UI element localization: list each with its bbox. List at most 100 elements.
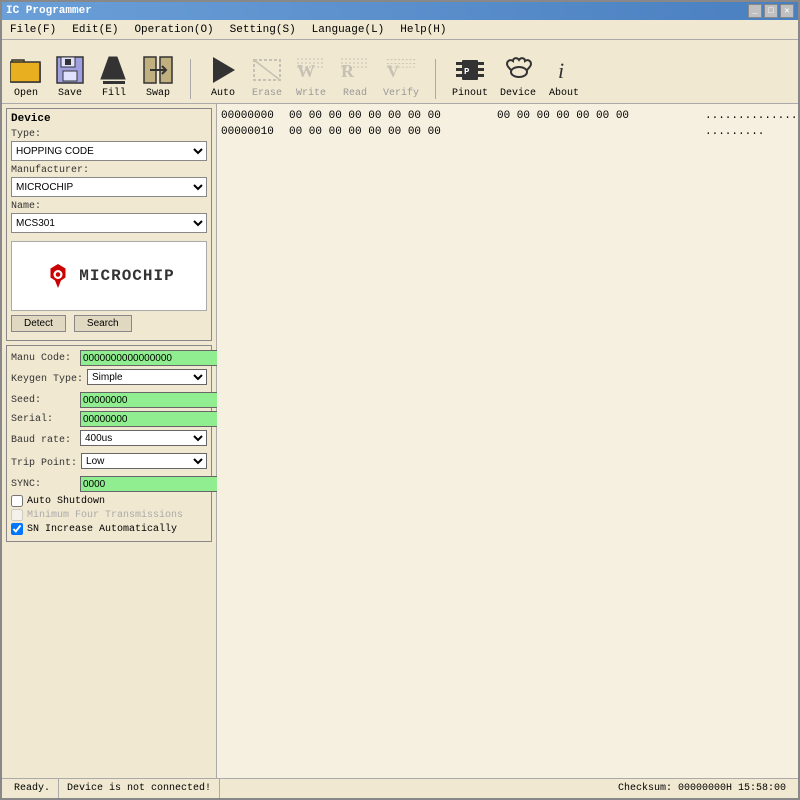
svg-text:V: V: [387, 62, 400, 81]
keygen-type-row: Keygen Type: Simple: [11, 369, 207, 389]
separator-2: [435, 59, 436, 99]
auto-shutdown-checkbox[interactable]: [11, 495, 23, 507]
baud-rate-label: Baud rate:: [11, 435, 76, 446]
write-button[interactable]: W Write: [295, 54, 327, 99]
open-button[interactable]: Open: [10, 54, 42, 99]
sync-row: SYNC:: [11, 476, 207, 492]
hex-view: 00000000 00 00 00 00 00 00 00 00 00 00 0…: [217, 104, 798, 778]
seed-row: Seed:: [11, 392, 207, 408]
hex-line-1: 00000010 00 00 00 00 00 00 00 00 .......…: [221, 124, 794, 140]
baud-rate-select[interactable]: 400us: [80, 430, 207, 446]
status-ready-text: Ready.: [14, 783, 50, 794]
hex-bytes2-0: 00 00 00 00 00 00 00: [497, 108, 697, 124]
device-group-title: Device: [11, 113, 207, 125]
main-window: IC Programmer _ □ ✕ File(F) Edit(E) Oper…: [0, 0, 800, 800]
auto-shutdown-label: Auto Shutdown: [27, 496, 105, 507]
separator-1: [190, 59, 191, 99]
search-button[interactable]: Search: [74, 315, 132, 332]
write-icon: W: [295, 54, 327, 86]
status-device: Device is not connected!: [59, 779, 220, 798]
minimize-button[interactable]: _: [748, 4, 762, 18]
status-ready: Ready.: [6, 779, 59, 798]
erase-label: Erase: [252, 88, 282, 99]
auto-icon: [207, 54, 239, 86]
menu-file[interactable]: File(F): [6, 23, 60, 37]
save-icon: [54, 54, 86, 86]
detect-button[interactable]: Detect: [11, 315, 66, 332]
trip-point-select[interactable]: Low: [81, 453, 207, 469]
auto-button[interactable]: Auto: [207, 54, 239, 99]
swap-button[interactable]: Swap: [142, 54, 174, 99]
min-four-tx-label: Minimum Four Transmissions: [27, 510, 183, 521]
keygen-type-label: Keygen Type:: [11, 374, 83, 385]
device-icon: [502, 54, 534, 86]
read-button[interactable]: R Read: [339, 54, 371, 99]
type-select[interactable]: HOPPING CODE: [11, 141, 207, 161]
title-bar-controls: _ □ ✕: [748, 4, 794, 18]
verify-button[interactable]: V Verify: [383, 54, 419, 99]
open-icon: [10, 54, 42, 86]
verify-label: Verify: [383, 88, 419, 99]
pinout-button[interactable]: P Pinout: [452, 54, 488, 99]
sync-label: SYNC:: [11, 479, 76, 490]
type-label: Type:: [11, 129, 207, 140]
menu-help[interactable]: Help(H): [396, 23, 450, 37]
serial-input[interactable]: [80, 411, 218, 427]
save-label: Save: [58, 88, 82, 99]
read-label: Read: [343, 88, 367, 99]
save-button[interactable]: Save: [54, 54, 86, 99]
fill-button[interactable]: Fill: [98, 54, 130, 99]
microchip-text: MICROCHIP: [79, 267, 174, 285]
swap-label: Swap: [146, 88, 170, 99]
title-bar: IC Programmer _ □ ✕: [2, 2, 798, 20]
pinout-icon: P: [454, 54, 486, 86]
trip-point-label: Trip Point:: [11, 458, 77, 469]
swap-icon: [142, 54, 174, 86]
fill-icon: [98, 54, 130, 86]
sn-increase-row: SN Increase Automatically: [11, 523, 207, 535]
status-device-text: Device is not connected!: [67, 783, 211, 794]
seed-label: Seed:: [11, 395, 76, 406]
name-select[interactable]: MCS301: [11, 213, 207, 233]
manu-code-label: Manu Code:: [11, 353, 76, 364]
hex-ascii-1: .........: [705, 124, 764, 140]
sn-increase-checkbox[interactable]: [11, 523, 23, 535]
menu-setting[interactable]: Setting(S): [226, 23, 300, 37]
sync-input[interactable]: [80, 476, 218, 492]
auto-label: Auto: [211, 88, 235, 99]
hex-bytes-0: 00 00 00 00 00 00 00 00: [289, 108, 489, 124]
min-four-tx-checkbox[interactable]: [11, 509, 23, 521]
seed-input[interactable]: [80, 392, 218, 408]
manu-code-input[interactable]: [80, 350, 218, 366]
hex-bytes2-1: [497, 124, 697, 140]
erase-button[interactable]: Erase: [251, 54, 283, 99]
close-button[interactable]: ✕: [780, 4, 794, 18]
left-panel: Device Type: HOPPING CODE Manufacturer: …: [2, 104, 217, 778]
write-label: Write: [296, 88, 326, 99]
erase-icon: [251, 54, 283, 86]
about-icon: i: [548, 54, 580, 86]
detect-search-row: Detect Search: [11, 315, 207, 332]
microchip-logo-icon: [43, 261, 73, 291]
menu-operation[interactable]: Operation(O): [130, 23, 217, 37]
device-button[interactable]: Device: [500, 54, 536, 99]
name-label: Name:: [11, 201, 207, 212]
manufacturer-label: Manufacturer:: [11, 165, 207, 176]
hex-bytes-1: 00 00 00 00 00 00 00 00: [289, 124, 489, 140]
title-text: IC Programmer: [6, 5, 92, 17]
menu-edit[interactable]: Edit(E): [68, 23, 122, 37]
microchip-logo: MICROCHIP: [43, 261, 174, 291]
hex-line-0: 00000000 00 00 00 00 00 00 00 00 00 00 0…: [221, 108, 794, 124]
maximize-button[interactable]: □: [764, 4, 778, 18]
fill-label: Fill: [102, 88, 126, 99]
verify-icon: V: [385, 54, 417, 86]
svg-text:P: P: [464, 67, 470, 77]
manufacturer-select[interactable]: MICROCHIP: [11, 177, 207, 197]
open-label: Open: [14, 88, 38, 99]
manu-code-row: Manu Code:: [11, 350, 207, 366]
about-button[interactable]: i About: [548, 54, 580, 99]
serial-row: Serial:: [11, 411, 207, 427]
menu-language[interactable]: Language(L): [308, 23, 389, 37]
toolbar: Open Save Fill: [2, 40, 798, 104]
keygen-type-select[interactable]: Simple: [87, 369, 207, 385]
